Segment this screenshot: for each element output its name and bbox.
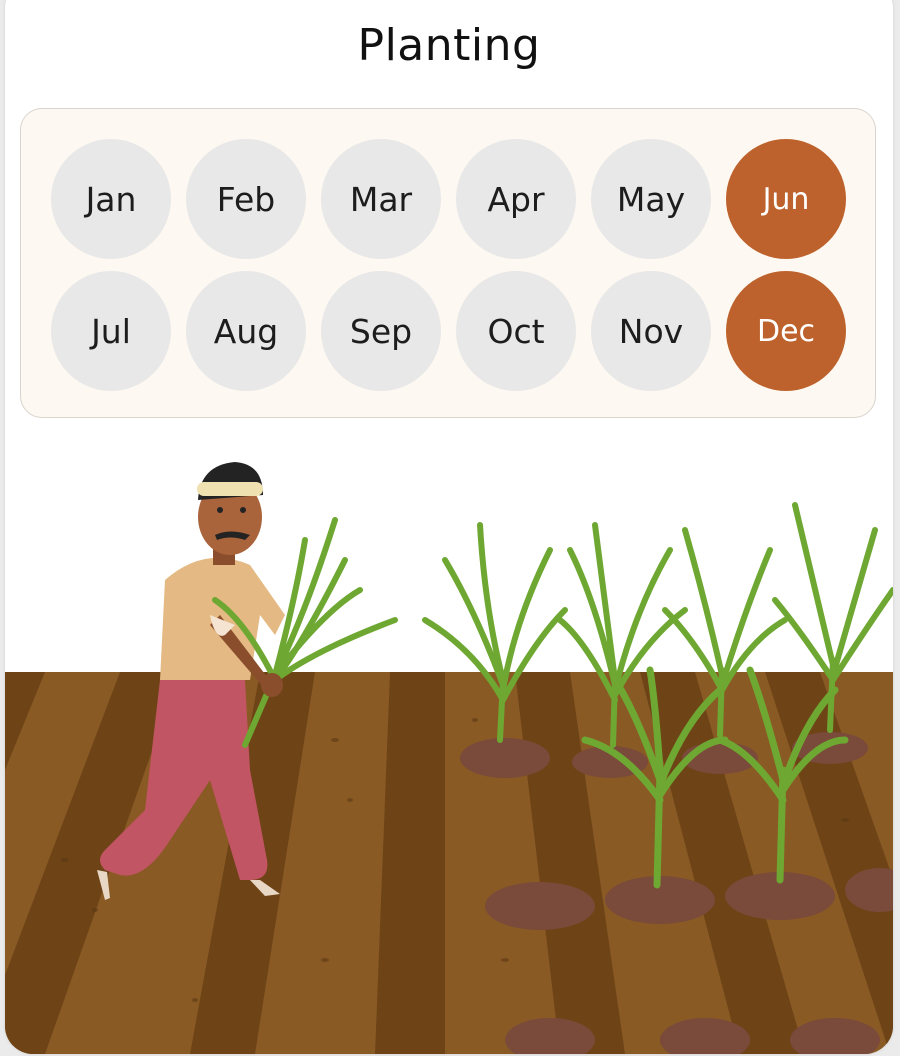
farmer-planting-illustration [5, 440, 893, 1054]
month-aug[interactable]: Aug [186, 271, 306, 391]
soil-speck [321, 958, 329, 962]
month-jan[interactable]: Jan [51, 139, 171, 259]
month-apr[interactable]: Apr [456, 139, 576, 259]
farmer-eye [217, 507, 223, 513]
month-feb[interactable]: Feb [186, 139, 306, 259]
month-jul[interactable]: Jul [51, 271, 171, 391]
page-title: Planting [357, 20, 541, 71]
month-selector: Jan Feb Mar Apr May Jun Jul Aug Sep Oct … [20, 108, 876, 418]
month-jun[interactable]: Jun [726, 139, 846, 259]
month-may[interactable]: May [591, 139, 711, 259]
farmer-headband [197, 482, 263, 496]
soil-speck [472, 718, 478, 722]
month-sep[interactable]: Sep [321, 271, 441, 391]
soil-speck [192, 998, 198, 1002]
soil-speck [331, 738, 339, 742]
month-nov[interactable]: Nov [591, 271, 711, 391]
month-mar[interactable]: Mar [321, 139, 441, 259]
month-dec[interactable]: Dec [726, 271, 846, 391]
soil-mound [460, 738, 550, 778]
month-oct[interactable]: Oct [456, 271, 576, 391]
soil-speck [347, 798, 353, 802]
soil-speck [92, 908, 98, 912]
soil-speck [841, 818, 849, 822]
soil-speck [501, 958, 509, 962]
planting-card: Planting Jan Feb Mar Apr May Jun Jul Aug… [5, 0, 893, 1054]
soil-mound [485, 882, 595, 930]
farmer-eye [240, 507, 246, 513]
farmer-hand [261, 673, 283, 697]
soil-speck [61, 858, 69, 862]
